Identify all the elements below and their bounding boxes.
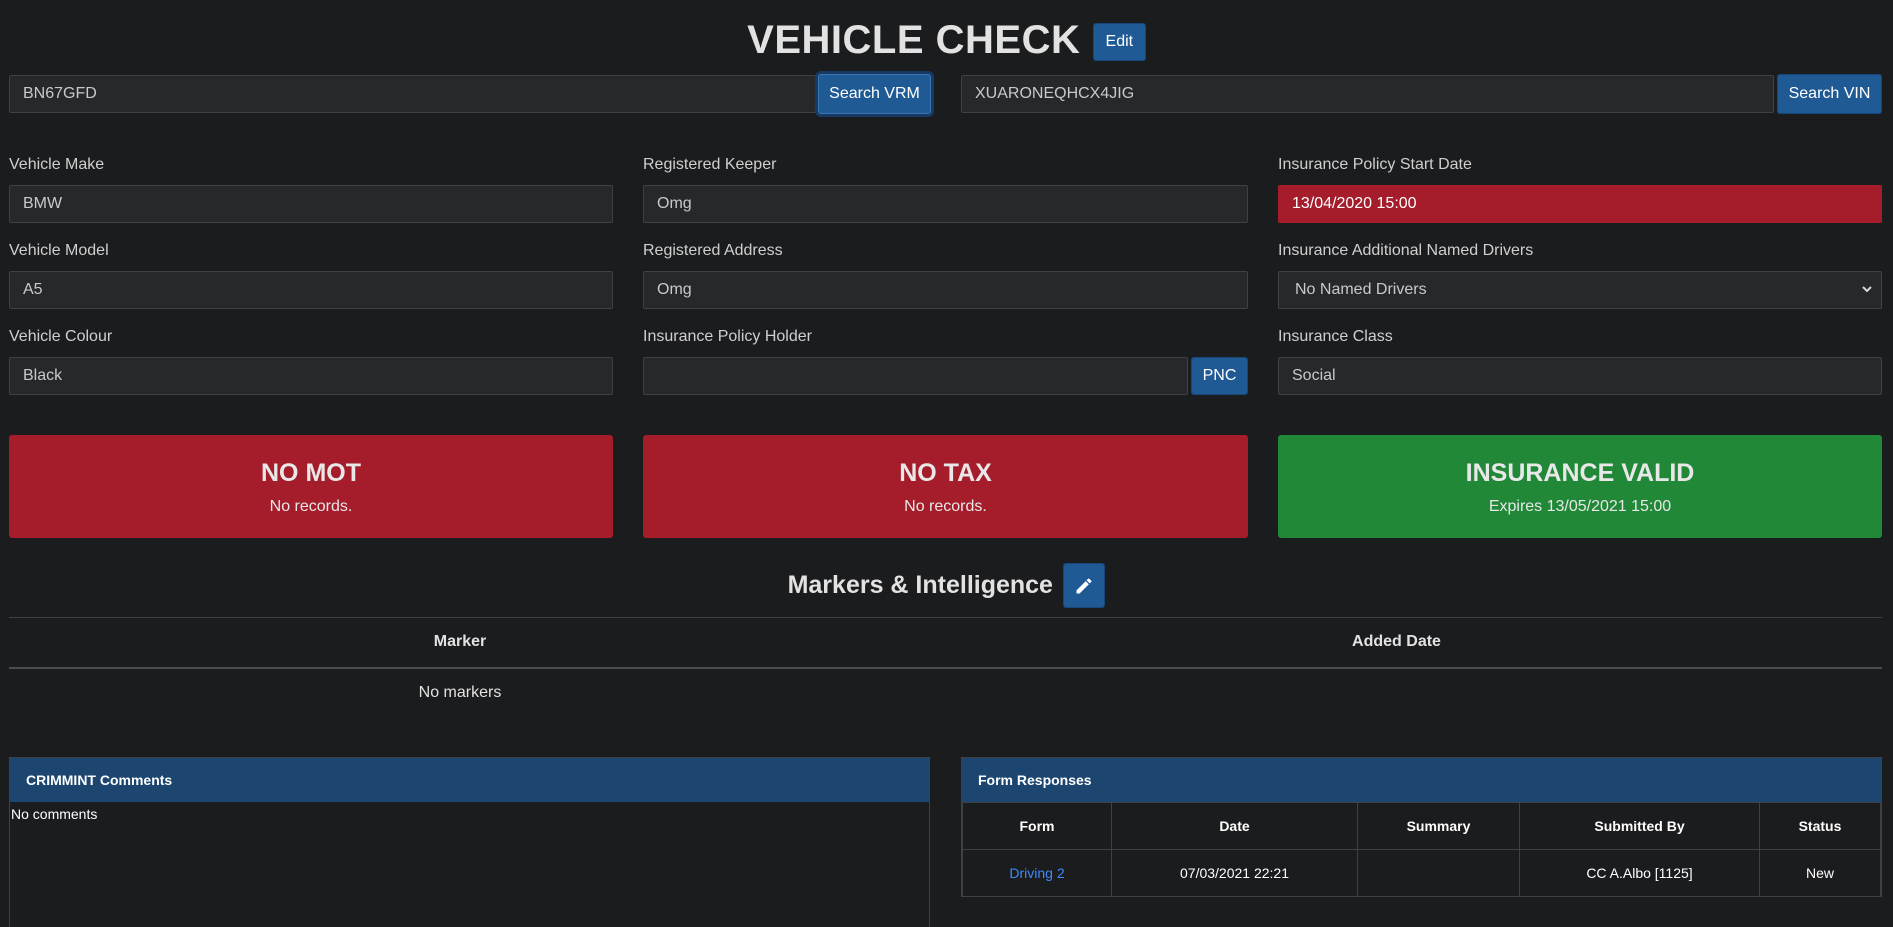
insurance-class-label: Insurance Class (1278, 328, 1393, 345)
insurance-status-title: INSURANCE VALID (1465, 459, 1695, 487)
summary-column-header: Summary (1357, 802, 1520, 850)
form-responses-title: Form Responses (962, 758, 1881, 802)
marker-column-header: Marker (9, 617, 911, 669)
page-header: VEHICLE CHECK Edit (0, 18, 1893, 63)
date-column-header: Date (1111, 802, 1358, 850)
submitted-by-cell: CC A.Albo [1125] (1519, 849, 1760, 897)
registered-keeper-label: Registered Keeper (643, 156, 777, 173)
vin-search-input[interactable]: XUARONEQHCX4JIG (961, 75, 1774, 113)
vehicle-model-field[interactable]: A5 (9, 271, 613, 309)
registered-address-label: Registered Address (643, 242, 783, 259)
form-responses-panel: Form Responses Form Date Summary Submitt… (961, 757, 1882, 897)
mot-status-subtitle: No records. (269, 498, 353, 515)
insurance-start-date-label: Insurance Policy Start Date (1278, 156, 1472, 173)
insurance-status-card: INSURANCE VALID Expires 13/05/2021 15:00 (1278, 435, 1882, 538)
pnc-button[interactable]: PNC (1191, 357, 1248, 395)
insurance-status-subtitle: Expires 13/05/2021 15:00 (1488, 498, 1672, 515)
form-column-header: Form (962, 802, 1112, 850)
registered-address-field[interactable]: Omg (643, 271, 1248, 309)
pencil-icon (1076, 577, 1092, 593)
vehicle-model-label: Vehicle Model (9, 242, 109, 259)
insurance-policy-holder-field[interactable] (643, 357, 1188, 395)
insurance-named-drivers-label: Insurance Additional Named Drivers (1278, 242, 1534, 259)
vehicle-colour-field[interactable]: Black (9, 357, 613, 395)
page-title: VEHICLE CHECK (747, 18, 1081, 62)
markers-heading: Markers & Intelligence (0, 563, 1893, 608)
vehicle-make-field[interactable]: BMW (9, 185, 613, 223)
markers-table-header: Marker Added Date (9, 617, 1882, 669)
crimmint-comments-title: CRIMMINT Comments (10, 758, 929, 802)
search-vrm-button[interactable]: Search VRM (818, 74, 931, 114)
submitted-by-column-header: Submitted By (1519, 802, 1760, 850)
chevron-down-icon (1862, 286, 1872, 293)
status-cell: New (1759, 849, 1881, 897)
crimmint-comments-panel: CRIMMINT Comments No comments (9, 757, 930, 927)
vehicle-colour-label: Vehicle Colour (9, 328, 113, 345)
edit-markers-button[interactable] (1063, 563, 1106, 608)
markers-table: Marker Added Date No markers (9, 617, 1882, 718)
date-cell: 07/03/2021 22:21 (1111, 849, 1358, 897)
status-column-header: Status (1759, 802, 1881, 850)
markers-title: Markers & Intelligence (787, 571, 1053, 599)
table-row: No markers (9, 668, 1882, 718)
registered-keeper-field[interactable]: Omg (643, 185, 1248, 223)
tax-status-subtitle: No records. (904, 498, 987, 515)
summary-cell (1357, 849, 1520, 897)
tax-status-card: NO TAX No records. (643, 435, 1248, 538)
insurance-named-drivers-value: No Named Drivers (1295, 281, 1427, 298)
insurance-start-date-field[interactable]: 13/04/2020 15:00 (1278, 185, 1882, 223)
vehicle-make-label: Vehicle Make (9, 156, 105, 173)
crimmint-empty-text: No comments (11, 806, 98, 822)
empty-cell (911, 668, 1882, 718)
vrm-search-input[interactable]: BN67GFD (9, 75, 816, 113)
form-responses-header-row: Form Date Summary Submitted By Status (962, 802, 1881, 850)
insurance-class-field[interactable]: Social (1278, 357, 1882, 395)
edit-button[interactable]: Edit (1092, 22, 1146, 61)
search-vin-button[interactable]: Search VIN (1777, 74, 1882, 114)
mot-status-card: NO MOT No records. (9, 435, 613, 538)
form-cell: Driving 2 (962, 849, 1112, 897)
insurance-named-drivers-select[interactable]: No Named Drivers (1278, 271, 1882, 309)
form-link[interactable]: Driving 2 (1009, 865, 1064, 881)
added-date-column-header: Added Date (911, 617, 1882, 669)
form-responses-table: Form Date Summary Submitted By Status Dr… (962, 802, 1881, 897)
insurance-policy-holder-label: Insurance Policy Holder (643, 328, 812, 345)
mot-status-title: NO MOT (261, 459, 361, 487)
markers-empty-text: No markers (418, 684, 502, 701)
table-row: Driving 2 07/03/2021 22:21 CC A.Albo [11… (962, 849, 1881, 897)
tax-status-title: NO TAX (899, 459, 992, 487)
